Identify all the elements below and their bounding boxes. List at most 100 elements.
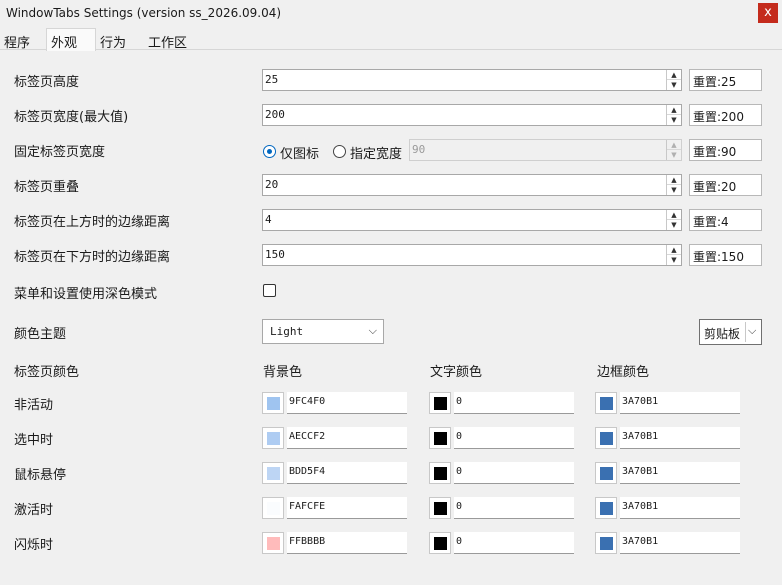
text-color-input[interactable]: 0 xyxy=(454,497,574,519)
tab-overlap-label: 标签页重叠 xyxy=(14,180,80,195)
color-swatch xyxy=(267,467,280,480)
tab-height-reset-button[interactable]: 重置:25 xyxy=(689,69,762,91)
border-color-input[interactable]: 3A70B1 xyxy=(620,427,740,449)
tab-overlap-spinner[interactable]: ▲ ▼ xyxy=(666,175,681,195)
margin-top-reset-button[interactable]: 重置:4 xyxy=(689,209,762,231)
margin-bottom-input[interactable]: 150 ▲ ▼ xyxy=(262,244,682,266)
tab-max-width-spinner[interactable]: ▲ ▼ xyxy=(666,105,681,125)
bg-color-input[interactable]: BDD5F4 xyxy=(287,462,407,484)
dark-mode-label: 菜单和设置使用深色模式 xyxy=(14,287,158,302)
tab-behavior[interactable]: 行为 xyxy=(96,29,130,51)
spin-up-icon[interactable]: ▲ xyxy=(667,245,681,255)
margin-bottom-label: 标签页在下方时的边缘距离 xyxy=(14,250,171,265)
spin-up-icon[interactable]: ▲ xyxy=(667,210,681,220)
spin-down-icon: ▼ xyxy=(671,151,677,159)
spin-up-icon: ▲ xyxy=(667,140,681,150)
color-swatch xyxy=(434,502,447,515)
color-row-label: 闪烁时 xyxy=(14,538,54,553)
tab-program[interactable]: 程序 xyxy=(0,29,34,51)
tab-overlap-input[interactable]: 20 ▲ ▼ xyxy=(262,174,682,196)
border-color-input[interactable]: 3A70B1 xyxy=(620,497,740,519)
clipboard-button[interactable]: 剪贴板 ⌵ xyxy=(699,319,762,345)
bg-color-swatch-button[interactable] xyxy=(262,497,284,519)
bg-color-input[interactable]: FFBBBB xyxy=(287,532,407,554)
text-color-swatch-button[interactable] xyxy=(429,497,451,519)
tab-height-spinner[interactable]: ▲ ▼ xyxy=(666,70,681,90)
spin-up-icon[interactable]: ▲ xyxy=(667,175,681,185)
bg-color-swatch-button[interactable] xyxy=(262,427,284,449)
icon-only-label: 仅图标 xyxy=(280,147,320,162)
text-color-swatch-button[interactable] xyxy=(429,462,451,484)
border-color-header: 边框颜色 xyxy=(597,365,650,380)
specified-width-radio[interactable] xyxy=(333,145,346,158)
tab-strip: 程序 外观 行为 工作区 xyxy=(0,28,782,51)
margin-top-input[interactable]: 4 ▲ ▼ xyxy=(262,209,682,231)
text-color-input[interactable]: 0 xyxy=(454,392,574,414)
bg-color-input[interactable]: 9FC4F0 xyxy=(287,392,407,414)
tab-max-width-input[interactable]: 200 ▲ ▼ xyxy=(262,104,682,126)
margin-top-spinner[interactable]: ▲ ▼ xyxy=(666,210,681,230)
bg-color-input[interactable]: AECCF2 xyxy=(287,427,407,449)
border-color-swatch-button[interactable] xyxy=(595,532,617,554)
text-color-input[interactable]: 0 xyxy=(454,532,574,554)
spin-up-icon[interactable]: ▲ xyxy=(667,70,681,80)
color-row-label: 选中时 xyxy=(14,433,54,448)
text-color-input[interactable]: 0 xyxy=(454,427,574,449)
fixed-width-label: 固定标签页宽度 xyxy=(14,145,106,160)
tab-height-label: 标签页高度 xyxy=(14,75,80,90)
text-color-swatch-button[interactable] xyxy=(429,532,451,554)
border-color-swatch-button[interactable] xyxy=(595,392,617,414)
tab-appearance[interactable]: 外观 xyxy=(46,28,96,51)
icon-only-radio[interactable] xyxy=(263,145,276,158)
text-color-header: 文字颜色 xyxy=(430,365,483,380)
text-color-swatch-button[interactable] xyxy=(429,392,451,414)
tab-workspace[interactable]: 工作区 xyxy=(144,29,191,51)
border-color-swatch-button[interactable] xyxy=(595,462,617,484)
color-swatch xyxy=(434,467,447,480)
fixed-width-input: 90 ▲ ▼ xyxy=(409,139,682,161)
bg-color-swatch-button[interactable] xyxy=(262,532,284,554)
theme-label: 颜色主题 xyxy=(14,327,67,342)
color-swatch xyxy=(267,502,280,515)
spin-down-icon[interactable]: ▼ xyxy=(667,115,681,125)
spin-down-icon[interactable]: ▼ xyxy=(667,80,681,90)
color-swatch xyxy=(434,432,447,445)
theme-select[interactable]: Light ⌵ xyxy=(262,319,384,344)
spin-down-icon[interactable]: ▼ xyxy=(667,185,681,195)
border-color-input[interactable]: 3A70B1 xyxy=(620,392,740,414)
color-swatch xyxy=(267,432,280,445)
margin-bottom-reset-button[interactable]: 重置:150 xyxy=(689,244,762,266)
bg-color-swatch-button[interactable] xyxy=(262,462,284,484)
border-color-input[interactable]: 3A70B1 xyxy=(620,532,740,554)
appearance-panel: 标签页高度 25 ▲ ▼ 重置:25 标签页宽度(最大值) 200 ▲ ▼ 重置:2… xyxy=(0,50,782,585)
window-title: WindowTabs Settings (version ss_2026.09.… xyxy=(6,6,282,20)
margin-bottom-spinner[interactable]: ▲ ▼ xyxy=(666,245,681,265)
tab-height-input[interactable]: 25 ▲ ▼ xyxy=(262,69,682,91)
tab-max-width-label: 标签页宽度(最大值) xyxy=(14,110,129,125)
text-color-swatch-button[interactable] xyxy=(429,427,451,449)
bg-color-swatch-button[interactable] xyxy=(262,392,284,414)
tab-max-width-reset-button[interactable]: 重置:200 xyxy=(689,104,762,126)
border-color-swatch-button[interactable] xyxy=(595,497,617,519)
spin-down-icon[interactable]: ▼ xyxy=(667,220,681,230)
bg-color-input[interactable]: FAFCFE xyxy=(287,497,407,519)
border-color-input[interactable]: 3A70B1 xyxy=(620,462,740,484)
color-row-label: 激活时 xyxy=(14,503,54,518)
border-color-swatch-button[interactable] xyxy=(595,427,617,449)
margin-top-label: 标签页在上方时的边缘距离 xyxy=(14,215,171,230)
chevron-down-icon[interactable]: ⌵ xyxy=(748,324,756,338)
close-button[interactable]: x xyxy=(758,3,778,23)
spin-down-icon[interactable]: ▼ xyxy=(667,255,681,265)
tab-overlap-reset-button[interactable]: 重置:20 xyxy=(689,174,762,196)
specified-width-label: 指定宽度 xyxy=(350,147,403,162)
spin-up-icon[interactable]: ▲ xyxy=(667,105,681,115)
color-swatch xyxy=(267,537,280,550)
fixed-width-reset-button[interactable]: 重置:90 xyxy=(689,139,762,161)
dark-mode-checkbox[interactable] xyxy=(263,284,276,297)
text-color-input[interactable]: 0 xyxy=(454,462,574,484)
color-swatch xyxy=(600,467,613,480)
color-row-label: 非活动 xyxy=(14,398,54,413)
fixed-width-spinner: ▲ ▼ xyxy=(666,140,681,160)
color-swatch xyxy=(600,397,613,410)
color-swatch xyxy=(600,502,613,515)
